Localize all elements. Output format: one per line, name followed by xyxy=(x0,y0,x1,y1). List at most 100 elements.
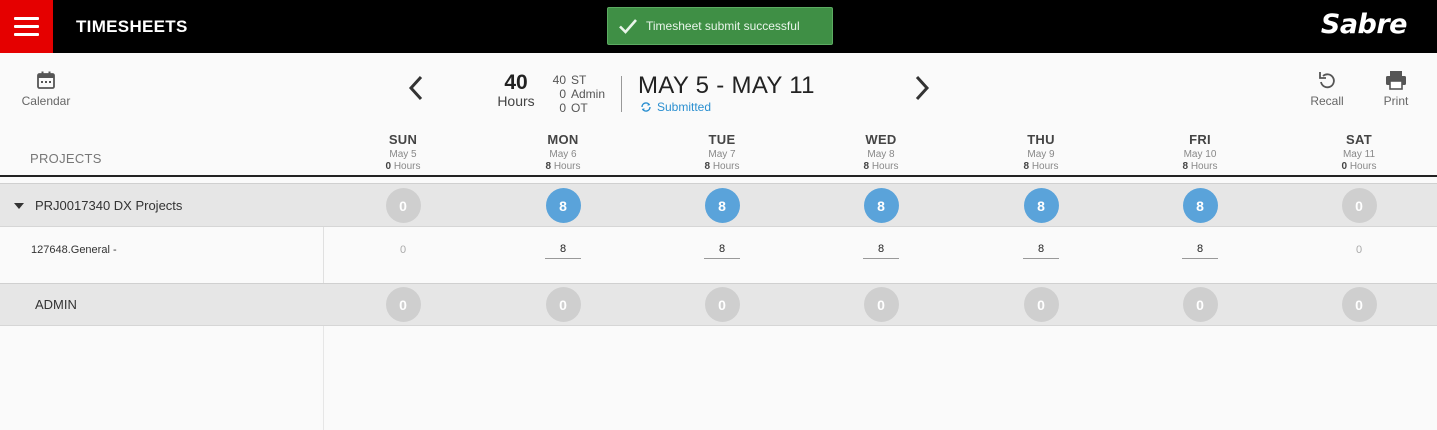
breakdown-row: 0 OT xyxy=(548,101,605,115)
task-hours-input[interactable]: 8 xyxy=(545,243,581,259)
day-hours-unit: Hours xyxy=(393,161,421,172)
task-hours-input[interactable]: 8 xyxy=(863,243,899,259)
day-header-sat: SAT May 11 0 Hours xyxy=(1309,132,1409,172)
summary-divider xyxy=(621,76,622,112)
breakdown-row: 40 ST xyxy=(548,73,605,87)
day-hours-unit: Hours xyxy=(1349,161,1377,172)
breakdown-label: OT xyxy=(571,101,588,115)
day-date: May 6 xyxy=(549,149,577,160)
breakdown-value: 0 xyxy=(559,87,566,101)
status-indicator: Submitted xyxy=(640,100,711,114)
day-hours-value: 0 xyxy=(385,161,392,172)
day-date: May 9 xyxy=(1027,149,1055,160)
breakdown-label: ST xyxy=(571,73,587,87)
calendar-icon xyxy=(37,71,55,89)
calendar-button[interactable]: Calendar xyxy=(18,70,74,108)
day-date: May 11 xyxy=(1342,149,1376,160)
recall-label: Recall xyxy=(1310,94,1344,108)
print-icon xyxy=(1386,71,1406,90)
menu-icon-bar xyxy=(14,25,39,28)
day-hours-value: 8 xyxy=(1023,161,1030,172)
hamburger-menu-button[interactable] xyxy=(0,0,53,53)
success-toast: Timesheet submit successful xyxy=(607,7,833,45)
day-hours: 8 Hours xyxy=(1150,161,1250,172)
day-hours: 8 Hours xyxy=(831,161,931,172)
project-name: PRJ0017340 DX Projects xyxy=(35,198,183,213)
task-hours-input[interactable]: 8 xyxy=(1182,243,1218,259)
task-hours-value: 0 xyxy=(399,244,407,256)
breakdown-value: 40 xyxy=(552,73,566,87)
day-hours-unit: Hours xyxy=(553,161,581,172)
day-name: WED xyxy=(865,132,897,147)
admin-day-total: 0 xyxy=(1341,287,1377,322)
day-hours-value: 0 xyxy=(1341,161,1348,172)
project-day-total: 8 xyxy=(704,188,740,223)
checkmark-icon xyxy=(619,19,637,34)
undo-icon xyxy=(1319,72,1335,89)
day-header-mon: MON May 68 Hours xyxy=(513,132,613,172)
menu-icon-bar xyxy=(14,33,39,36)
day-name: FRI xyxy=(1189,132,1211,147)
day-date: May 10 xyxy=(1183,149,1217,160)
day-hours: 0 Hours xyxy=(353,161,453,172)
day-date: May 7 xyxy=(708,149,736,160)
day-hours-value: 8 xyxy=(863,161,870,172)
breakdown-row: 0 Admin xyxy=(548,87,605,101)
chevron-left-icon xyxy=(408,75,423,101)
admin-day-total: 0 xyxy=(863,287,899,322)
day-hours-value: 8 xyxy=(1182,161,1189,172)
status-text: Submitted xyxy=(657,100,712,114)
task-hours-input[interactable]: 8 xyxy=(1023,243,1059,259)
day-hours-unit: Hours xyxy=(1031,161,1059,172)
task-hours-value: 0 xyxy=(1355,244,1363,256)
project-day-total: 8 xyxy=(1023,188,1059,223)
day-name: THU xyxy=(1027,132,1055,147)
print-label: Print xyxy=(1383,94,1409,108)
day-header-thu: THU May 98 Hours xyxy=(991,132,1091,172)
project-day-total: 8 xyxy=(863,188,899,223)
admin-day-total: 0 xyxy=(1023,287,1059,322)
day-header-wed: WED May 88 Hours xyxy=(831,132,931,172)
day-hours: 8 Hours xyxy=(672,161,772,172)
admin-day-total: 0 xyxy=(385,287,421,322)
column-divider xyxy=(323,326,324,430)
menu-icon-bar xyxy=(14,17,39,20)
brand-logo: Sabre xyxy=(1320,9,1408,40)
print-button[interactable]: Print xyxy=(1378,70,1414,108)
project-day-total: 8 xyxy=(1182,188,1218,223)
day-name: MON xyxy=(547,132,579,147)
total-hours: 40 Hours xyxy=(494,71,538,109)
day-header-fri: FRI May 10 8 Hours xyxy=(1150,132,1250,172)
project-day-total: 0 xyxy=(385,188,421,223)
toast-message: Timesheet submit successful xyxy=(646,19,800,33)
collapse-caret-icon[interactable] xyxy=(14,202,24,209)
column-divider xyxy=(323,227,324,283)
day-hours: 8 Hours xyxy=(991,161,1091,172)
day-hours-value: 8 xyxy=(545,161,552,172)
app-title: TIMESHEETS xyxy=(76,17,188,36)
calendar-label: Calendar xyxy=(21,94,71,108)
admin-label: ADMIN xyxy=(35,297,77,312)
project-label: PRJ0017340 DX Projects xyxy=(14,198,182,213)
day-hours: 0 Hours xyxy=(1309,161,1409,172)
total-hours-label: Hours xyxy=(497,93,535,109)
day-name: SUN xyxy=(388,132,418,147)
admin-day-total: 0 xyxy=(704,287,740,322)
day-name: SAT xyxy=(1346,132,1372,147)
day-hours-unit: Hours xyxy=(712,161,740,172)
recall-button[interactable]: Recall xyxy=(1306,70,1348,108)
week-range-title: MAY 5 - MAY 11 xyxy=(638,72,815,99)
breakdown-label: Admin xyxy=(571,87,606,101)
day-header-tue: TUE May 78 Hours xyxy=(672,132,772,172)
previous-week-button[interactable] xyxy=(406,74,426,102)
task-hours-input[interactable]: 8 xyxy=(704,243,740,259)
admin-day-total: 0 xyxy=(545,287,581,322)
day-hours: 8 Hours xyxy=(513,161,613,172)
project-day-total: 0 xyxy=(1341,188,1377,223)
day-hours-value: 8 xyxy=(704,161,711,172)
next-week-button[interactable] xyxy=(912,74,932,102)
day-date: May 8 xyxy=(867,149,895,160)
top-bar: TIMESHEETS Timesheet submit successful S… xyxy=(0,0,1437,53)
header-divider xyxy=(0,175,1437,177)
task-name: 127648.General - xyxy=(31,244,117,256)
